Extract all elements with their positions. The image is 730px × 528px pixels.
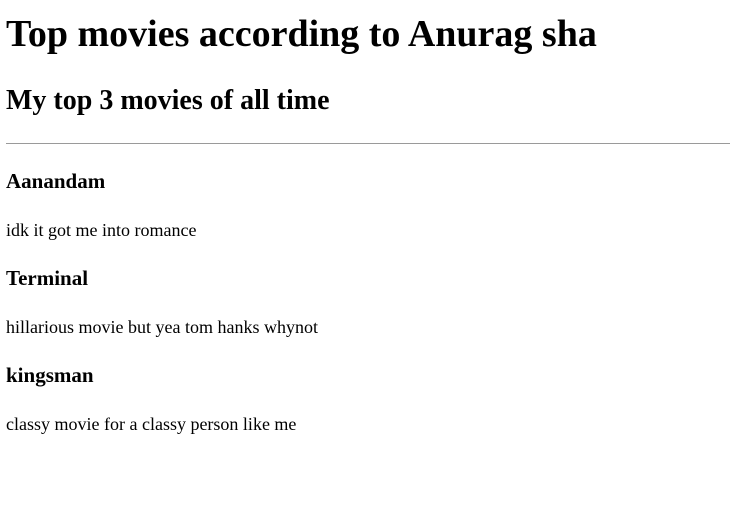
page-title: Top movies according to Anurag sha: [6, 13, 597, 55]
divider: [6, 143, 730, 144]
movie-description-2: hillarious movie but yea tom hanks whyno…: [6, 317, 318, 337]
movie-description-3: classy movie for a classy person like me: [6, 414, 297, 434]
movie-description-1: idk it got me into romance: [6, 220, 197, 240]
movie-title-1: Aanandam: [6, 169, 106, 193]
movie-title-3: kingsman: [6, 363, 94, 387]
page-subtitle: My top 3 movies of all time: [6, 85, 330, 116]
movie-title-2: Terminal: [6, 266, 89, 290]
